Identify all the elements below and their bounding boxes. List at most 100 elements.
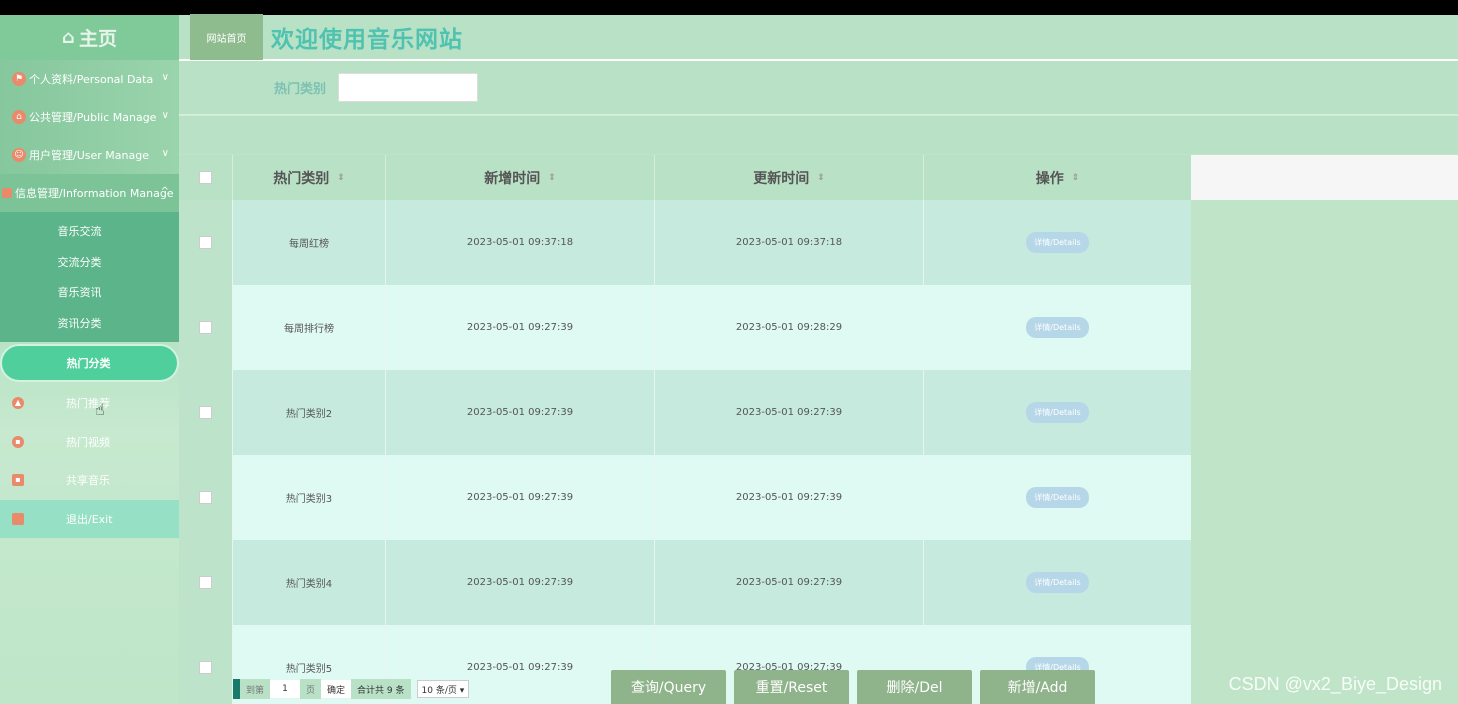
menu-group-information[interactable]: 信息管理/Information Manage ^ — [0, 174, 179, 212]
column-header-label: 更新时间 — [753, 170, 810, 187]
cell-actions: 详情/Details — [923, 455, 1191, 540]
cell-actions: 详情/Details — [923, 285, 1191, 370]
cell-category: 每周排行榜 — [232, 285, 385, 370]
menu-group-label: 个人资料/Personal Data — [29, 73, 154, 86]
cell-actions: 详情/Details — [923, 200, 1191, 285]
table-header: 热门类别 ⇕ 新增时间 ⇕ 更新时间 ⇕ 操作 ⇕ — [179, 155, 1191, 200]
menu-group-user[interactable]: ☺ 用户管理/User Manage ∨ — [0, 136, 179, 174]
navigation-icon: ▲ — [12, 397, 24, 410]
page-title: 欢迎使用音乐网站 — [271, 27, 463, 53]
reset-button[interactable]: 重置/Reset — [734, 670, 849, 704]
chevron-down-icon: ∨ — [161, 148, 169, 159]
chevron-down-icon: ∨ — [161, 72, 169, 83]
row-checkbox[interactable] — [199, 491, 212, 504]
exit-icon — [12, 512, 24, 525]
row-checkbox[interactable] — [199, 321, 212, 334]
cell-updated: 2023-05-01 09:27:39 — [654, 540, 923, 625]
details-button[interactable]: 详情/Details — [1026, 402, 1089, 423]
message-icon: ▪ — [12, 474, 24, 487]
row-checkbox[interactable] — [199, 406, 212, 419]
row-checkbox[interactable] — [199, 576, 212, 589]
watermark: CSDN @vx2_Biye_Design — [1228, 674, 1442, 694]
add-button[interactable]: 新增/Add — [980, 670, 1095, 704]
cell-updated: 2023-05-01 09:37:18 — [654, 200, 923, 285]
menu-group-public[interactable]: ⌂ 公共管理/Public Manage ∨ — [0, 98, 179, 136]
cell-actions: 详情/Details — [923, 540, 1191, 625]
page-number-input[interactable]: 1 — [270, 680, 301, 698]
table-row: 每周红榜 2023-05-01 09:37:18 2023-05-01 09:3… — [179, 200, 1191, 285]
flag-icon: ⚑ — [12, 72, 26, 86]
table-row: 热门类别3 2023-05-01 09:27:39 2023-05-01 09:… — [179, 455, 1191, 540]
home-link[interactable]: ⌂ 主页 — [0, 15, 179, 60]
data-table: 热门类别 ⇕ 新增时间 ⇕ 更新时间 ⇕ 操作 ⇕ 每周红榜 2023-05-01 09… — [179, 155, 1191, 704]
row-checkbox[interactable] — [199, 236, 212, 249]
cell-updated: 2023-05-01 09:27:39 — [654, 370, 923, 455]
breadcrumb-home[interactable]: 网站首页 — [190, 14, 263, 60]
sort-icon[interactable]: ⇕ — [337, 173, 345, 183]
menu-group-label: 用户管理/User Manage — [29, 149, 149, 162]
delete-button[interactable]: 删除/Del — [857, 670, 972, 704]
sidebar-item-shared-music[interactable]: ▪ 共享音乐 — [0, 461, 179, 500]
home-small-icon: ⌂ — [12, 110, 26, 124]
sort-icon[interactable]: ⇕ — [548, 173, 556, 183]
cell-created: 2023-05-01 09:27:39 — [385, 285, 654, 370]
query-button[interactable]: 查询/Query — [611, 670, 726, 704]
cell-category: 热门类别2 — [232, 370, 385, 455]
sidebar-item-label: 共享音乐 — [66, 474, 110, 488]
home-icon: ⌂ — [62, 27, 75, 48]
goto-confirm-button[interactable]: 确定 — [321, 680, 352, 698]
cell-category: 热门类别3 — [232, 455, 385, 540]
pagination: 到第 1 页 确定 合计共 9 条 10 条/页 ▾ — [233, 679, 470, 699]
details-button[interactable]: 详情/Details — [1026, 232, 1089, 253]
row-select-cell — [179, 370, 232, 455]
row-select-cell — [179, 625, 232, 704]
details-button[interactable]: 详情/Details — [1026, 487, 1089, 508]
goto-label: 到第 — [240, 679, 271, 699]
submenu-item-exchange-category[interactable]: 交流分类 — [0, 247, 179, 278]
table-row: 热门类别2 2023-05-01 09:27:39 2023-05-01 09:… — [179, 370, 1191, 455]
column-header-category[interactable]: 热门类别 ⇕ — [232, 155, 385, 200]
submenu-item-music-exchange[interactable]: 音乐交流 — [0, 216, 179, 247]
cell-created: 2023-05-01 09:27:39 — [385, 540, 654, 625]
row-select-cell — [179, 200, 232, 285]
information-submenu: 音乐交流 交流分类 音乐资讯 资讯分类 — [0, 212, 179, 342]
column-header-label: 热门类别 — [273, 170, 330, 187]
submenu-item-hot-category[interactable]: 热门分类 — [0, 344, 179, 382]
column-header-updated[interactable]: 更新时间 ⇕ — [654, 155, 923, 200]
sidebar-item-label: 退出/Exit — [66, 512, 113, 526]
search-bar: 热门类别 — [179, 61, 1458, 115]
user-icon: ☺ — [12, 148, 26, 162]
column-header-actions[interactable]: 操作 ⇕ — [923, 155, 1191, 200]
sidebar-item-hot-recommend[interactable]: ▲ 热门推荐 — [0, 384, 179, 423]
main-content: 网站首页 欢迎使用音乐网站 热门类别 热门类别 ⇕ 新增时间 ⇕ 更新时间 ⇕ 操作 ⇕… — [179, 14, 1458, 704]
search-label: 热门类别 — [274, 82, 327, 97]
column-header-label: 操作 — [1035, 170, 1064, 187]
sort-icon[interactable]: ⇕ — [817, 173, 825, 183]
sidebar: ⌂ 主页 ⚑ 个人资料/Personal Data ∨ ⌂ 公共管理/Publi… — [0, 15, 179, 704]
menu-group-personal[interactable]: ⚑ 个人资料/Personal Data ∨ — [0, 60, 179, 98]
mouse-cursor-icon: ☝ — [95, 400, 105, 419]
sidebar-item-exit[interactable]: 退出/Exit — [0, 499, 179, 538]
table-row: 热门类别4 2023-05-01 09:27:39 2023-05-01 09:… — [179, 540, 1191, 625]
cell-updated: 2023-05-01 09:27:39 — [654, 455, 923, 540]
sort-icon[interactable]: ⇕ — [1072, 173, 1080, 183]
search-input[interactable] — [338, 73, 479, 102]
details-button[interactable]: 详情/Details — [1026, 572, 1089, 593]
total-count: 合计共 9 条 — [351, 679, 411, 699]
cell-actions: 详情/Details — [923, 370, 1191, 455]
row-checkbox[interactable] — [199, 661, 212, 674]
submenu-item-music-news[interactable]: 音乐资讯 — [0, 277, 179, 308]
submenu-item-news-category[interactable]: 资讯分类 — [0, 308, 179, 339]
page-unit-label: 页 — [300, 679, 322, 699]
table-row: 每周排行榜 2023-05-01 09:27:39 2023-05-01 09:… — [179, 285, 1191, 370]
details-button[interactable]: 详情/Details — [1026, 317, 1089, 338]
select-all-checkbox[interactable] — [199, 171, 212, 184]
row-select-cell — [179, 285, 232, 370]
page-size-select[interactable]: 10 条/页 ▾ — [416, 680, 470, 698]
cell-created: 2023-05-01 09:27:39 — [385, 455, 654, 540]
cell-category: 热门类别4 — [232, 540, 385, 625]
page-header: 网站首页 欢迎使用音乐网站 — [179, 14, 1458, 61]
action-buttons: 查询/Query 重置/Reset 删除/Del 新增/Add — [611, 670, 1103, 704]
sidebar-item-hot-video[interactable]: ▪ 热门视频 — [0, 423, 179, 462]
column-header-created[interactable]: 新增时间 ⇕ — [385, 155, 654, 200]
